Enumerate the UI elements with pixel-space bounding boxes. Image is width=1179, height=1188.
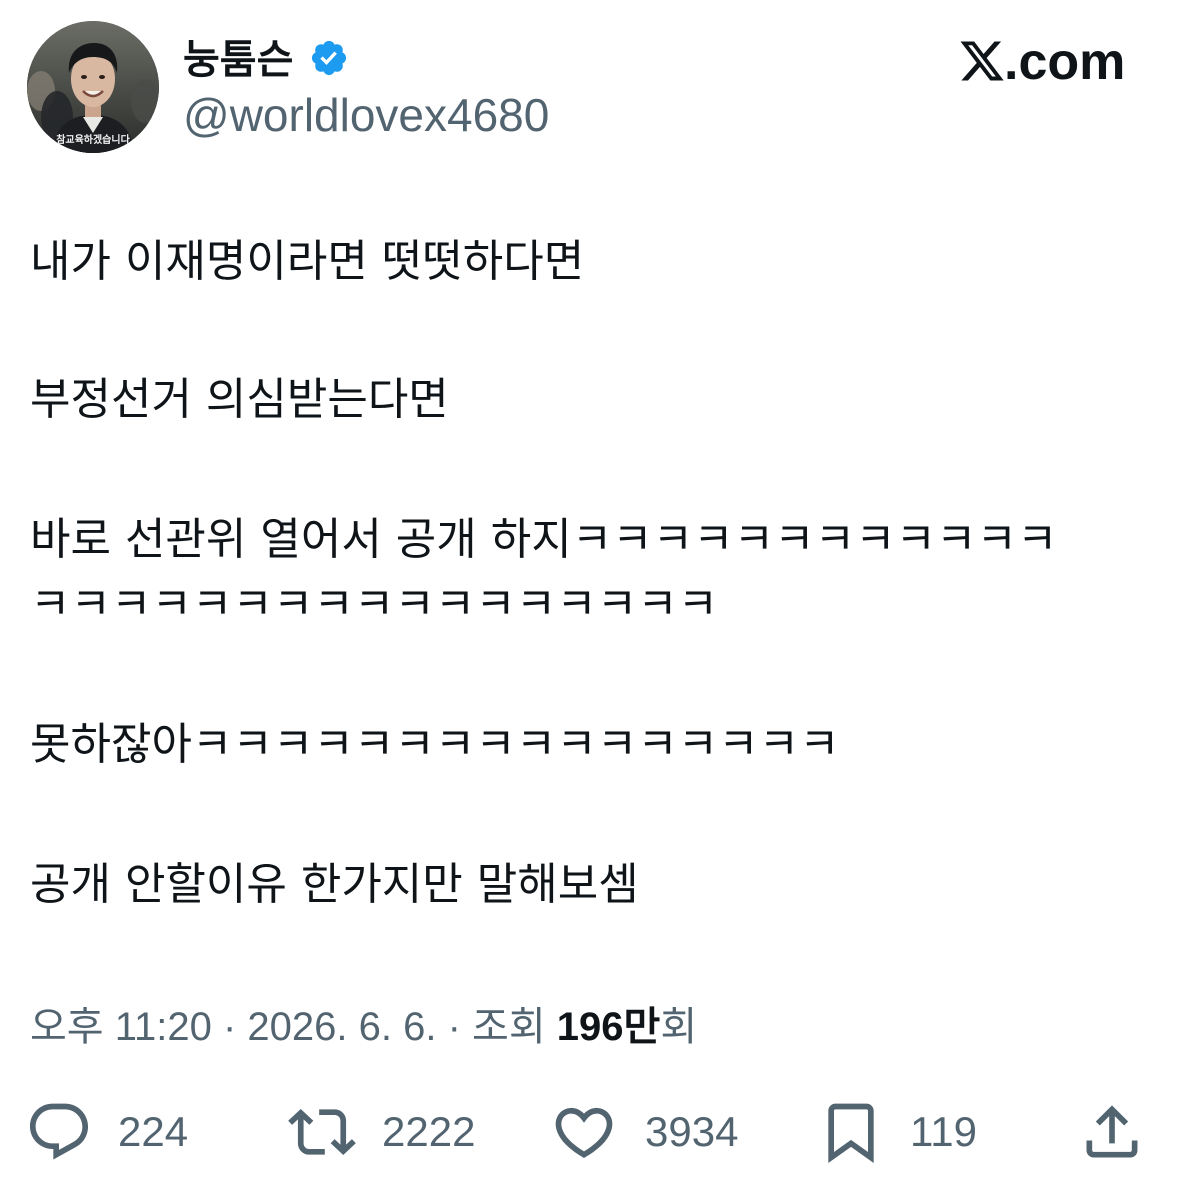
author-handle[interactable]: @worldlovex4680: [183, 87, 549, 143]
x-logo-icon: [960, 41, 1004, 81]
tweet-meta: 오후 11:20 · 2026. 6. 6. · 조회 196만회: [30, 1002, 1149, 1052]
reply-button[interactable]: 224: [25, 1098, 195, 1166]
tweet-date[interactable]: 2026. 6. 6.: [247, 1005, 436, 1049]
views-count: 196만: [556, 1005, 661, 1049]
author-name[interactable]: 눙툼슨: [183, 35, 293, 85]
bookmark-button[interactable]: 119: [817, 1098, 987, 1166]
brand-suffix: .com: [1004, 33, 1126, 91]
tweet-text-line: ㅋㅋㅋㅋㅋㅋㅋㅋㅋㅋㅋㅋㅋㅋㅋㅋㅋ: [30, 579, 719, 630]
heart-icon: [555, 1107, 613, 1158]
tweet-text-line: 부정선거 의심받는다면: [30, 374, 449, 425]
views-label: 조회: [472, 1005, 546, 1049]
avatar-caption: 참교육하겠습니다: [56, 135, 130, 146]
meta-separator: ·: [222, 1005, 237, 1049]
reply-count: 224: [118, 1108, 189, 1155]
meta-separator: ·: [447, 1005, 461, 1049]
views-suffix: 회: [660, 1005, 698, 1049]
tweet-text-line: 내가 이재명이라면 떳떳하다면: [30, 236, 585, 287]
reply-icon: [29, 1103, 89, 1160]
bookmark-icon: [828, 1103, 874, 1163]
retweet-count: 2222: [382, 1108, 476, 1155]
tweet-text-line: 못하잖아ㅋㅋㅋㅋㅋㅋㅋㅋㅋㅋㅋㅋㅋㅋㅋㅋ: [30, 719, 840, 770]
bookmark-count: 119: [910, 1108, 977, 1155]
tweet-text-line: 공개 안할이유 한가지만 말해보셈: [30, 859, 639, 910]
share-icon: [1086, 1105, 1138, 1158]
verified-badge-icon: [311, 40, 347, 76]
like-button[interactable]: 3934: [550, 1098, 755, 1166]
tweet-time[interactable]: 오후 11:20: [30, 1005, 212, 1049]
brand-watermark: .com: [958, 36, 1138, 88]
tweet-text-line: 바로 선관위 열어서 공개 하지ㅋㅋㅋㅋㅋㅋㅋㅋㅋㅋㅋㅋ: [30, 514, 1058, 565]
retweet-icon: [288, 1108, 356, 1156]
like-count: 3934: [645, 1108, 739, 1155]
retweet-button[interactable]: 2222: [288, 1098, 488, 1166]
avatar[interactable]: 참교육하겠습니다: [27, 21, 159, 153]
share-button[interactable]: [1078, 1098, 1146, 1166]
